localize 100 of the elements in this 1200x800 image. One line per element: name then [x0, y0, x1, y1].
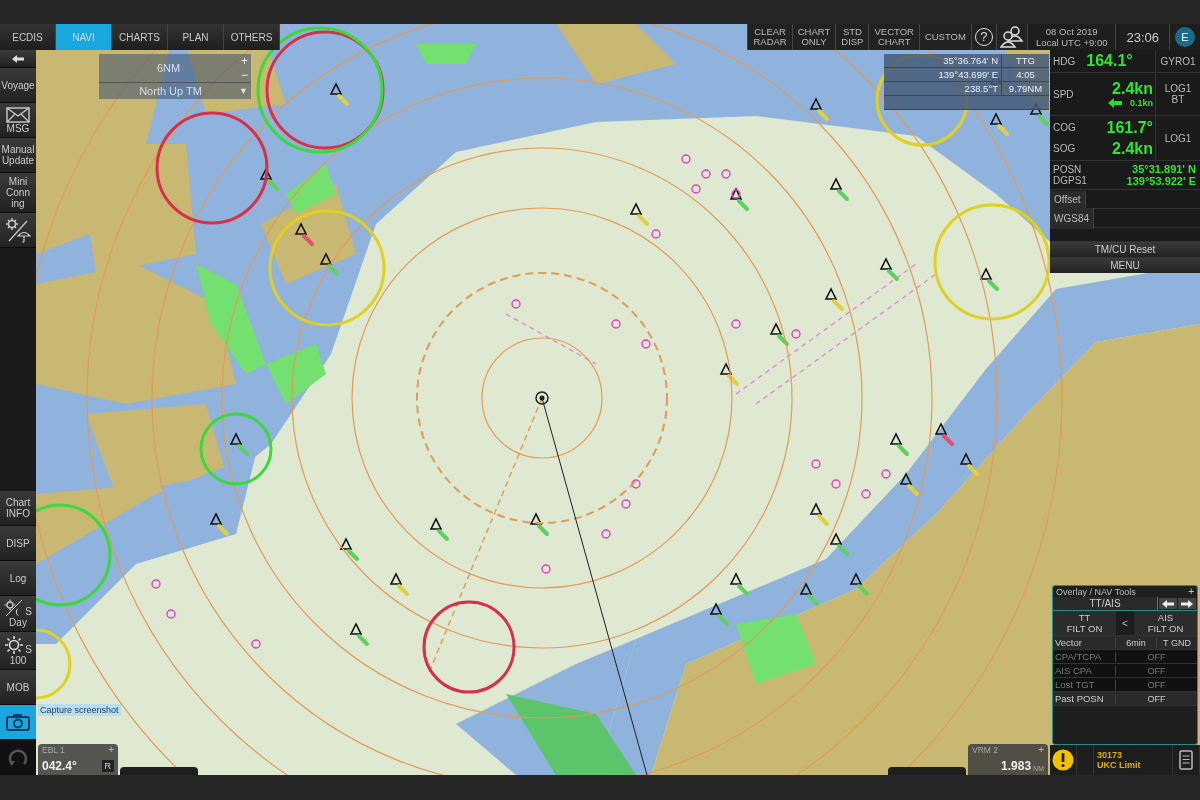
sidebar-button[interactable]: Voyage [0, 68, 36, 103]
arrow-right-icon [1181, 599, 1193, 608]
sidebar-button[interactable] [0, 50, 36, 68]
buoy-symbol [729, 187, 749, 211]
mooring-symbol [641, 339, 651, 349]
mode-tab[interactable]: CHARTS [112, 24, 168, 50]
expand-button[interactable]: + [1188, 586, 1194, 597]
mooring-symbol [601, 529, 611, 539]
next-button[interactable] [1178, 598, 1196, 609]
circular-arrow-icon [8, 748, 28, 766]
sensor-label: POSN [1052, 164, 1083, 175]
buoy-symbol [829, 177, 849, 201]
sidebar-button[interactable]: DISP [0, 526, 36, 561]
toolbar-button[interactable]: CUSTOM [918, 24, 971, 50]
buoy-symbol [389, 572, 409, 596]
buoy-symbol [349, 622, 369, 646]
sidebar-button[interactable]: Chart INFO [0, 491, 36, 526]
zoom-in-button[interactable]: + [238, 54, 251, 68]
readout-value: 139°43.699' E [884, 68, 1001, 82]
arrow-left-icon [1162, 599, 1174, 608]
toolbar-button[interactable]: STD DISP [835, 24, 869, 50]
sun-moon-icon [4, 599, 25, 617]
toolbar-button[interactable]: VECTOR CHART [868, 24, 919, 50]
sidebar-button[interactable]: MSG [0, 103, 36, 138]
mooring-symbol [651, 229, 661, 239]
sensor-label: COG [1052, 122, 1077, 133]
buoy-symbol [934, 422, 954, 446]
alert-code: 30173 [1097, 750, 1124, 760]
buoy-symbol [709, 602, 729, 626]
arrow-left-icon [11, 53, 25, 64]
mode-tab[interactable]: PLAN [168, 24, 224, 50]
buoy-symbol [319, 252, 339, 276]
arrow-left-icon [1108, 98, 1122, 108]
help-button[interactable]: ? [970, 24, 996, 50]
bearing-value: 042.4° [42, 758, 77, 773]
setting-button[interactable]: OFF [1115, 693, 1197, 704]
expand-button[interactable]: + [108, 745, 114, 755]
setting-button[interactable]: T GND [1156, 637, 1197, 648]
users-button[interactable] [995, 24, 1027, 50]
user-button[interactable]: E [1175, 27, 1195, 47]
sidebar-button[interactable]: S Day [0, 596, 36, 632]
panel-button[interactable]: TM/CU Reset [1050, 241, 1200, 257]
setting-label: Past POSN [1054, 693, 1105, 704]
setting-button[interactable]: 6min [1115, 637, 1156, 648]
buoy-symbol [959, 452, 979, 476]
mooring-symbol [166, 609, 176, 619]
readout-value: TTG [1001, 54, 1049, 68]
sidebar-button[interactable]: S 100 [0, 632, 36, 670]
heading-value: 164.1° [1086, 52, 1133, 70]
sensor-source: LOG1 [1155, 116, 1200, 160]
course-value: 161.7° [1106, 118, 1153, 137]
toolbar-button[interactable]: CLEAR RADAR [747, 24, 792, 50]
clock-time: 23:06 [1115, 24, 1169, 50]
readout-label: VRM 2 [972, 745, 998, 755]
buoy-symbol [829, 532, 849, 556]
offset-button[interactable]: Offset [1050, 190, 1086, 208]
buoy-symbol [809, 502, 829, 526]
sidebar-button[interactable]: Mini Conn ing [0, 173, 36, 213]
previous-button[interactable] [1159, 598, 1177, 609]
sidebar-button[interactable] [0, 705, 36, 740]
expand-button[interactable]: + [1038, 745, 1044, 755]
filter-button[interactable]: AIS FILT ON [1134, 611, 1197, 635]
tab-handle[interactable] [120, 767, 198, 775]
setting-label: Lost TGT [1054, 679, 1096, 690]
buoy-symbol [809, 97, 829, 121]
mode-tab[interactable]: OTHERS [224, 24, 280, 50]
sidebar-button[interactable]: Log [0, 561, 36, 596]
mooring-symbol [511, 299, 521, 309]
buoy-symbol [294, 222, 314, 246]
readout-value: 4:05 [1001, 68, 1049, 82]
sensor-label: SPD [1052, 88, 1075, 100]
mode-button[interactable]: R [101, 759, 114, 772]
mode-tab[interactable]: ECDIS [0, 24, 56, 50]
mooring-symbol [731, 319, 741, 329]
zoom-out-button[interactable]: − [238, 68, 251, 82]
toolbar-button[interactable]: CHART ONLY [791, 24, 836, 50]
sensor-label: DGPS1 [1052, 175, 1088, 186]
longitude-value: 139°53.922' E [1126, 175, 1196, 187]
buoy-symbol [719, 362, 739, 386]
buoy-symbol [729, 572, 749, 596]
tab-handle[interactable] [888, 767, 966, 775]
buoy-symbol [824, 287, 844, 311]
mooring-symbol [541, 564, 551, 574]
date-display: 08 Oct 2019 Local UTC +9:00 [1026, 24, 1116, 50]
mooring-symbol [251, 639, 261, 649]
buoy-symbol [209, 512, 229, 536]
readout-label: EBL 1 [42, 745, 65, 755]
filter-button[interactable]: TT FILT ON [1053, 611, 1116, 635]
readout-value: 9.79NM [1001, 82, 1049, 96]
panel-tab[interactable]: TT/AIS [1053, 597, 1158, 610]
range-value: 6NM [155, 62, 182, 74]
sun-icon [4, 635, 25, 655]
panel-title: Overlay / NAV Tools [1056, 586, 1136, 597]
buoy-symbol [769, 322, 789, 346]
sidebar-button[interactable]: Manual Update [0, 138, 36, 173]
sidebar-button[interactable]: MOB [0, 670, 36, 705]
sidebar-button[interactable] [0, 213, 36, 248]
readout-value: 238.5°T [884, 82, 1001, 96]
panel-button[interactable]: MENU [1050, 257, 1200, 273]
mooring-symbol [611, 319, 621, 329]
